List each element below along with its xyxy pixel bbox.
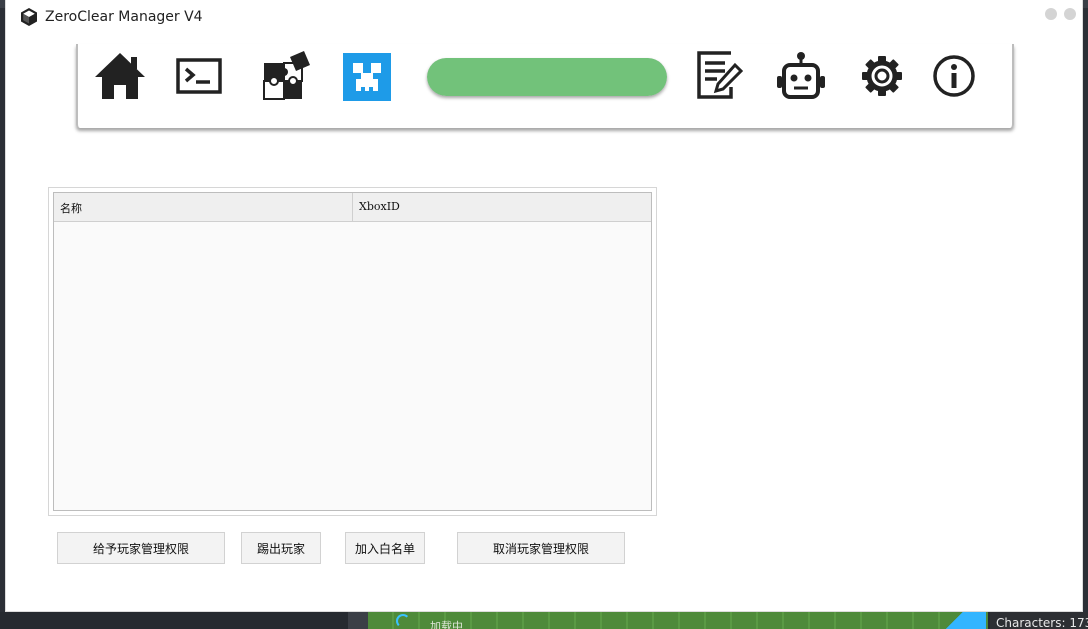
revoke-admin-button[interactable]: 取消玩家管理权限 <box>457 532 625 564</box>
terminal-icon[interactable] <box>174 54 224 98</box>
background-panel <box>348 612 368 629</box>
settings-icon[interactable] <box>859 52 905 100</box>
home-icon[interactable] <box>92 50 148 102</box>
kick-player-button[interactable]: 踢出玩家 <box>241 532 321 564</box>
add-whitelist-button[interactable]: 加入白名单 <box>345 532 425 564</box>
app-window: ZeroClear Manager V4 名称 XboxID 给予玩家管理权限 … <box>5 0 1083 612</box>
status-progress-fill <box>427 58 667 96</box>
column-header-name[interactable]: 名称 <box>54 193 353 221</box>
app-logo-icon <box>21 8 37 26</box>
column-header-xboxid[interactable]: XboxID <box>353 193 651 221</box>
minimize-button[interactable] <box>1045 8 1057 20</box>
plugins-icon[interactable] <box>259 50 313 102</box>
table-header: 名称 XboxID <box>54 193 651 222</box>
player-table-frame: 名称 XboxID <box>48 187 657 516</box>
main-toolbar <box>76 44 1014 128</box>
player-table[interactable]: 名称 XboxID <box>53 192 652 511</box>
minecraft-icon[interactable] <box>341 51 393 103</box>
bot-icon[interactable] <box>774 50 828 102</box>
window-title: ZeroClear Manager V4 <box>45 9 203 25</box>
background-loading-text: 加载中 <box>430 620 463 629</box>
background-characters-counter: Characters: 173 <box>990 612 1088 629</box>
title-bar[interactable]: ZeroClear Manager V4 <box>6 0 1084 34</box>
background-blue-shape <box>936 612 986 629</box>
loading-spinner-icon <box>396 614 410 628</box>
info-icon[interactable] <box>930 52 978 100</box>
table-body[interactable] <box>54 222 651 510</box>
log-icon[interactable] <box>693 50 745 102</box>
close-button[interactable] <box>1064 8 1076 20</box>
grant-admin-button[interactable]: 给予玩家管理权限 <box>57 532 225 564</box>
status-progress-bar <box>427 58 667 96</box>
